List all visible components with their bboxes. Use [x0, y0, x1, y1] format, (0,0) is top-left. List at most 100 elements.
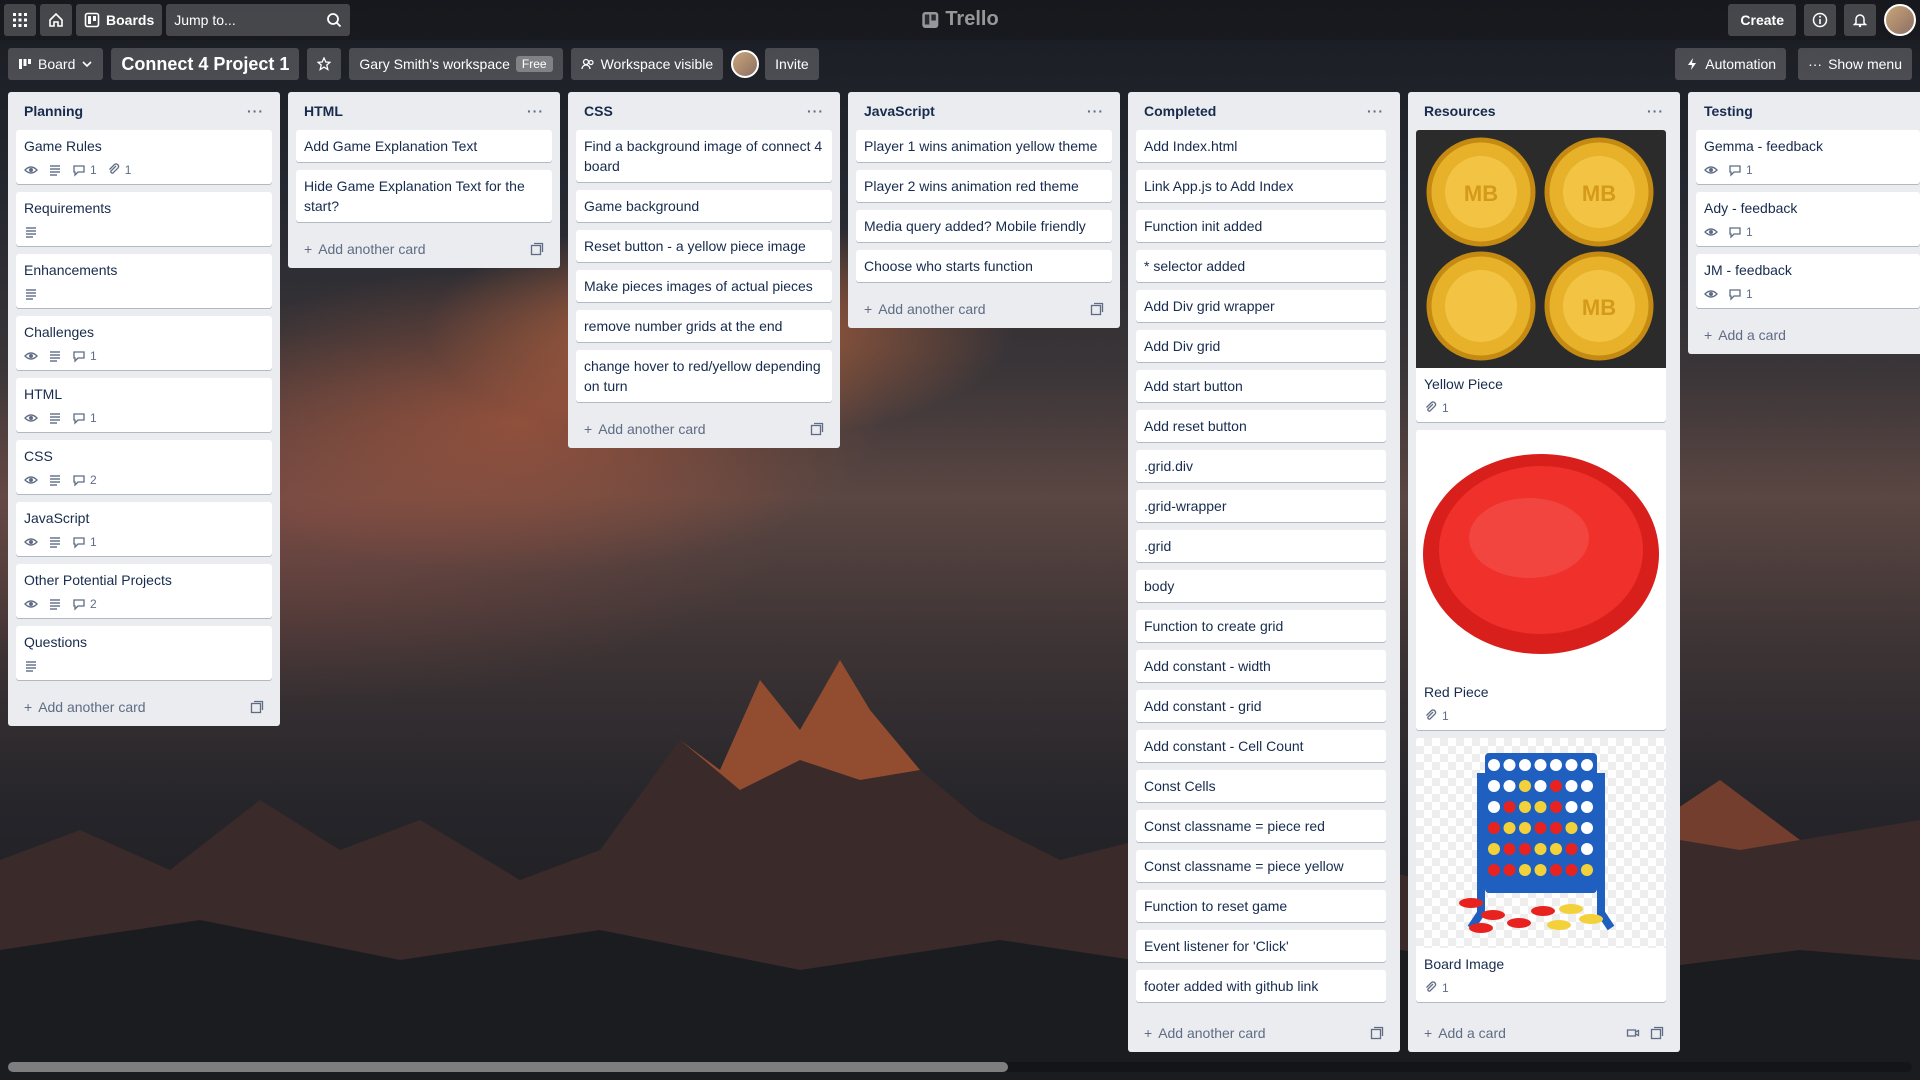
- list-header[interactable]: Planning ···: [16, 92, 272, 130]
- list-title[interactable]: Testing: [1704, 103, 1753, 119]
- card-item[interactable]: Reset button - a yellow piece image: [576, 230, 832, 262]
- add-card-button[interactable]: + Add another card: [1136, 1014, 1392, 1052]
- notifications-button[interactable]: [1844, 4, 1876, 36]
- card-css[interactable]: CSS 2: [16, 440, 272, 494]
- list-header[interactable]: Testing: [1696, 92, 1920, 130]
- visibility-button[interactable]: Workspace visible: [570, 48, 724, 80]
- card-item[interactable]: body: [1136, 570, 1386, 602]
- add-card-button[interactable]: + Add a card: [1696, 316, 1920, 354]
- board-title[interactable]: Connect 4 Project 1: [111, 48, 300, 80]
- card-gemma-feedback[interactable]: Gemma - feedback 1: [1696, 130, 1920, 184]
- card-item[interactable]: Add reset button: [1136, 410, 1386, 442]
- automation-button[interactable]: Automation: [1675, 48, 1787, 80]
- apps-switcher-button[interactable]: [4, 4, 36, 36]
- add-card-button[interactable]: + Add another card: [296, 230, 552, 268]
- card-item[interactable]: Player 1 wins animation yellow theme: [856, 130, 1112, 162]
- add-card-button[interactable]: + Add another card: [856, 290, 1112, 328]
- user-avatar[interactable]: [1884, 4, 1916, 36]
- template-icon[interactable]: [1090, 302, 1104, 316]
- template-icon[interactable]: [530, 242, 544, 256]
- card-other-potential-projects[interactable]: Other Potential Projects 2: [16, 564, 272, 618]
- card-html[interactable]: HTML 1: [16, 378, 272, 432]
- card-item[interactable]: footer added with github link: [1136, 970, 1386, 1002]
- card-item[interactable]: Add constant - grid: [1136, 690, 1386, 722]
- card-questions[interactable]: Questions: [16, 626, 272, 680]
- list-menu-button[interactable]: ···: [1087, 103, 1104, 119]
- list-header[interactable]: CSS ···: [576, 92, 832, 130]
- add-card-button[interactable]: + Add another card: [576, 410, 832, 448]
- list-header[interactable]: Resources ···: [1416, 92, 1672, 130]
- add-card-button[interactable]: + Add another card: [16, 688, 272, 726]
- card-item[interactable]: Const classname = piece yellow: [1136, 850, 1386, 882]
- template-icon[interactable]: [810, 422, 824, 436]
- card-item[interactable]: Add constant - Cell Count: [1136, 730, 1386, 762]
- card-item[interactable]: Event listener for 'Click': [1136, 930, 1386, 962]
- card-item[interactable]: change hover to red/yellow depending on …: [576, 350, 832, 402]
- card-red-piece[interactable]: Red Piece 1: [1416, 430, 1666, 730]
- list-header[interactable]: JavaScript ···: [856, 92, 1112, 130]
- list-header[interactable]: HTML ···: [296, 92, 552, 130]
- create-button[interactable]: Create: [1728, 4, 1796, 36]
- list-title[interactable]: Resources: [1424, 103, 1496, 119]
- list-menu-button[interactable]: ···: [807, 103, 824, 119]
- card-item[interactable]: Add Game Explanation Text: [296, 130, 552, 162]
- card-item[interactable]: Game background: [576, 190, 832, 222]
- card-item[interactable]: .grid-wrapper: [1136, 490, 1386, 522]
- list-title[interactable]: Planning: [24, 103, 83, 119]
- template-icon[interactable]: [250, 700, 264, 714]
- star-button[interactable]: [307, 48, 342, 80]
- card-item[interactable]: Choose who starts function: [856, 250, 1112, 282]
- template-icon[interactable]: [1650, 1026, 1664, 1040]
- horizontal-scrollbar-thumb[interactable]: [8, 1062, 1008, 1072]
- card-item[interactable]: Function to reset game: [1136, 890, 1386, 922]
- list-header[interactable]: Completed ···: [1136, 92, 1392, 130]
- add-card-button[interactable]: + Add a card: [1416, 1014, 1672, 1052]
- card-item[interactable]: Find a background image of connect 4 boa…: [576, 130, 832, 182]
- card-item[interactable]: Add Div grid: [1136, 330, 1386, 362]
- invite-button[interactable]: Invite: [765, 48, 819, 80]
- list-menu-button[interactable]: ···: [527, 103, 544, 119]
- card-item[interactable]: Const classname = piece red: [1136, 810, 1386, 842]
- member-avatar[interactable]: [731, 50, 760, 78]
- card-enhancements[interactable]: Enhancements: [16, 254, 272, 308]
- card-item[interactable]: Function init added: [1136, 210, 1386, 242]
- card-item[interactable]: Add Div grid wrapper: [1136, 290, 1386, 322]
- list-title[interactable]: Completed: [1144, 103, 1216, 119]
- card-jm-feedback[interactable]: JM - feedback 1: [1696, 254, 1920, 308]
- card-challenges[interactable]: Challenges 1: [16, 316, 272, 370]
- list-title[interactable]: HTML: [304, 103, 343, 119]
- card-item[interactable]: Add constant - width: [1136, 650, 1386, 682]
- home-button[interactable]: [40, 4, 72, 36]
- show-menu-button[interactable]: ··· Show menu: [1798, 48, 1912, 80]
- search-input[interactable]: Jump to...: [166, 4, 351, 36]
- card-item[interactable]: Const Cells: [1136, 770, 1386, 802]
- trello-logo[interactable]: Trello: [921, 8, 999, 31]
- list-title[interactable]: JavaScript: [864, 103, 935, 119]
- list-menu-button[interactable]: ···: [1367, 103, 1384, 119]
- card-item[interactable]: Function to create grid: [1136, 610, 1386, 642]
- card-item[interactable]: .grid.div: [1136, 450, 1386, 482]
- resources-card-list[interactable]: MB MB MB Yellow Piece 1 Red Piece 1 Boar…: [1416, 130, 1672, 1014]
- card-yellow-piece[interactable]: MB MB MB Yellow Piece 1: [1416, 130, 1666, 422]
- list-menu-button[interactable]: ···: [1647, 103, 1664, 119]
- card-item[interactable]: Add start button: [1136, 370, 1386, 402]
- card-item[interactable]: Make pieces images of actual pieces: [576, 270, 832, 302]
- card-board-image[interactable]: Board Image 1: [1416, 738, 1666, 1002]
- card-item[interactable]: Hide Game Explanation Text for the start…: [296, 170, 552, 222]
- card-requirements[interactable]: Requirements: [16, 192, 272, 246]
- template-icon[interactable]: [1370, 1026, 1384, 1040]
- view-switcher-button[interactable]: Board: [8, 48, 104, 80]
- card-javascript[interactable]: JavaScript 1: [16, 502, 272, 556]
- workspace-button[interactable]: Gary Smith's workspace Free: [349, 48, 563, 80]
- card-ady-feedback[interactable]: Ady - feedback 1: [1696, 192, 1920, 246]
- card-item[interactable]: Media query added? Mobile friendly: [856, 210, 1112, 242]
- list-title[interactable]: CSS: [584, 103, 613, 119]
- boards-button[interactable]: Boards: [76, 4, 163, 36]
- card-item[interactable]: Link App.js to Add Index: [1136, 170, 1386, 202]
- card-item[interactable]: Add Index.html: [1136, 130, 1386, 162]
- card-game-rules[interactable]: Game Rules 1 1: [16, 130, 272, 184]
- completed-card-list[interactable]: Add Index.html Link App.js to Add Index …: [1136, 130, 1392, 1014]
- card-item[interactable]: .grid: [1136, 530, 1386, 562]
- list-menu-button[interactable]: ···: [247, 103, 264, 119]
- camera-icon[interactable]: [1626, 1026, 1640, 1040]
